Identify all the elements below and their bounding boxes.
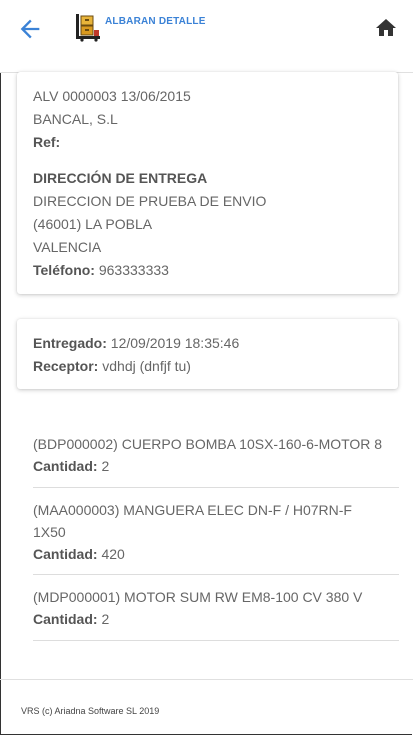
item-name: (MAA000003) MANGUERA ELEC DN-F / H07RN-F… bbox=[33, 502, 352, 540]
customer-name: BANCAL, S.L bbox=[33, 111, 118, 127]
items-list: (BDP000002) CUERPO BOMBA 10SX-160-6-MOTO… bbox=[33, 422, 399, 641]
phone-row: Teléfono: 963333333 bbox=[33, 262, 169, 278]
receiver-value: vdhdj (dnfjf tu) bbox=[102, 358, 191, 374]
footer-copyright: VRS (c) Ariadna Software SL 2019 bbox=[21, 706, 160, 716]
phone-label: Teléfono: bbox=[33, 262, 95, 278]
item-name: (BDP000002) CUERPO BOMBA 10SX-160-6-MOTO… bbox=[33, 436, 383, 452]
quantity-label: Cantidad: bbox=[33, 458, 98, 474]
receiver-label: Receptor: bbox=[33, 358, 99, 374]
list-item[interactable]: (MDP000001) MOTOR SUM RW EM8-100 CV 380 … bbox=[33, 575, 399, 641]
ref-label: Ref: bbox=[33, 134, 61, 150]
footer-divider bbox=[0, 679, 413, 680]
note-code-date: ALV 0000003 13/06/2015 bbox=[33, 88, 191, 104]
quantity-label: Cantidad: bbox=[33, 611, 98, 627]
delivery-note-card: ALV 0000003 13/06/2015 BANCAL, S.L Ref: … bbox=[17, 72, 398, 294]
item-name: (MDP000001) MOTOR SUM RW EM8-100 CV 380 … bbox=[33, 589, 363, 605]
list-item[interactable]: (MAA000003) MANGUERA ELEC DN-F / H07RN-F… bbox=[33, 488, 399, 575]
receiver-row: Receptor: vdhdj (dnfjf tu) bbox=[33, 358, 191, 374]
page-title: ALBARAN DETALLE bbox=[105, 16, 206, 27]
phone-value: 963333333 bbox=[98, 262, 169, 278]
arrow-left-icon[interactable] bbox=[16, 15, 44, 43]
address-line-2: (46001) LA POBLA bbox=[33, 216, 153, 232]
home-icon[interactable] bbox=[374, 16, 398, 40]
quantity-label: Cantidad: bbox=[33, 546, 98, 562]
delivery-status-card: Entregado: 12/09/2019 18:35:46 Receptor:… bbox=[17, 319, 398, 389]
app-header: ALBARAN DETALLE bbox=[0, 0, 413, 73]
delivered-row: Entregado: 12/09/2019 18:35:46 bbox=[33, 335, 239, 351]
quantity-value: 420 bbox=[101, 546, 125, 562]
quantity-value: 2 bbox=[101, 611, 110, 627]
address-heading: DIRECCIÓN DE ENTREGA bbox=[33, 170, 208, 186]
address-line-1: DIRECCION DE PRUEBA DE ENVIO bbox=[33, 193, 267, 209]
delivered-value: 12/09/2019 18:35:46 bbox=[110, 335, 240, 351]
quantity-value: 2 bbox=[101, 458, 110, 474]
address-line-3: VALENCIA bbox=[33, 239, 102, 255]
warehouse-logo-icon bbox=[76, 14, 100, 42]
list-item[interactable]: (BDP000002) CUERPO BOMBA 10SX-160-6-MOTO… bbox=[33, 422, 399, 488]
delivered-label: Entregado: bbox=[33, 335, 107, 351]
